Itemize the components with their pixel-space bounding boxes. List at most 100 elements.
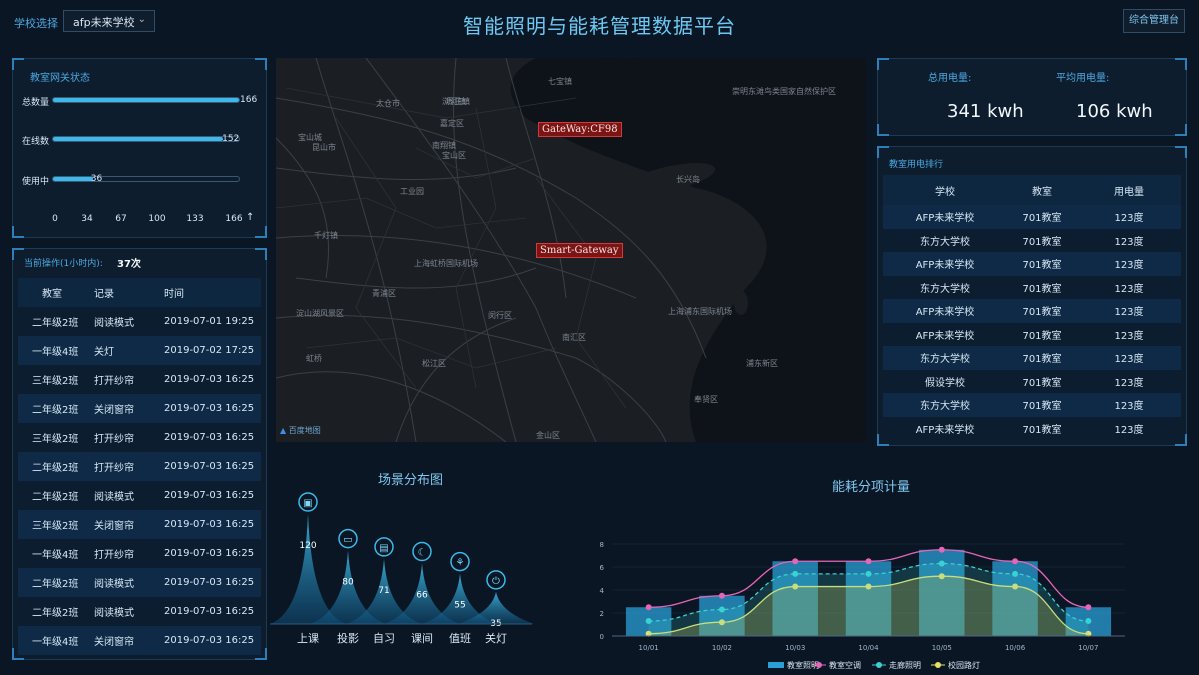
map-place-label: 宝山城 [298,133,322,142]
energy-point [792,570,799,577]
projector-icon-glyph: ▭ [343,535,352,546]
ranking-cell-room: 701教室 [1022,236,1062,248]
ranking-row[interactable]: AFP未来学校 701教室 123度 [883,205,1181,229]
ranking-row[interactable]: AFP未来学校 701教室 123度 [883,252,1181,276]
energy-legend-item[interactable]: 教室空调 [812,660,861,670]
ranking-cell-room: 701教室 [1022,401,1062,413]
gateway-bar-fill [53,137,224,141]
operations-cell-record: 关灯 [94,347,114,358]
energy-point [1012,558,1019,565]
gateway-marker-smart[interactable]: Smart-Gateway [536,243,623,258]
avg-power-value: 106 kwh [1076,101,1153,122]
col-usage: 用电量 [1114,186,1144,198]
ranking-cell-usage: 123度 [1114,401,1144,413]
map-place-label: 南翔镇 [432,141,456,150]
col-classroom: 教室 [42,289,62,300]
operations-row[interactable]: 二年级2班 阅读模式 2019-07-03 16:25 [18,568,261,597]
operations-row[interactable]: 三年级2班 打开纱帘 2019-07-03 16:25 [18,423,261,452]
lamp-icon-glyph: ⚘ [456,558,465,569]
map-place-label: 淀山湖风景区 [296,309,344,318]
scene-category-label: 值班 [449,632,471,645]
energy-x-tick: 10/05 [932,644,952,652]
energy-point [1012,570,1019,577]
energy-point [718,592,725,599]
ranking-cell-room: 701教室 [1022,424,1062,436]
gateway-axis-tick: 100 [148,214,166,224]
ranking-row[interactable]: 假设学校 701教室 123度 [883,369,1181,393]
operations-row[interactable]: 三年级2班 关闭窗帘 2019-07-03 16:25 [18,510,261,539]
ranking-cell-school: 假设学校 [925,377,965,389]
energy-y-tick: 6 [600,564,605,572]
col-time: 时间 [164,289,184,300]
ranking-header-row: 学校 教室 用电量 [883,175,1181,205]
operations-count: 37次 [117,259,141,270]
operations-row[interactable]: 一年级4班 关闭窗帘 2019-07-03 16:25 [18,626,261,655]
ranking-row[interactable]: AFP未来学校 701教室 123度 [883,322,1181,346]
operations-cell-record: 打开纱帘 [94,463,134,474]
energy-point [718,606,725,613]
operations-row[interactable]: 一年级4班 打开纱帘 2019-07-03 16:25 [18,539,261,568]
map-place-label: 奉贤区 [694,395,718,404]
ranking-row[interactable]: 东方大学校 701教室 123度 [883,346,1181,370]
total-power-label: 总用电量: [928,73,972,84]
energy-x-tick: 10/01 [639,644,659,652]
gateway-bar-label: 总数量 [22,98,50,108]
ranking-cell-room: 701教室 [1022,377,1062,389]
ranking-row[interactable]: AFP未来学校 701教室 123度 [883,299,1181,323]
map-place-label: 虹桥 [306,354,322,363]
operations-cell-classroom: 一年级4班 [32,347,79,358]
map-place-label: 太仓市 [376,99,400,108]
admin-console-button[interactable]: 综合管理台 [1123,9,1185,33]
gateway-bar-track [52,176,240,182]
map-view[interactable]: 太仓市 浏河镇 昆山市 上海虹桥国际机场 淀山湖风景区 崇明东滩鸟类国家自然保护区 长兴岛浦… [276,58,866,442]
moon-icon-glyph: ☾ [418,548,427,559]
ranking-row[interactable]: 东方大学校 701教室 123度 [883,228,1181,252]
col-school: 学校 [935,186,955,198]
operations-row[interactable]: 一年级4班 关灯 2019-07-02 17:25 [18,336,261,365]
scene-category-label: 投影 [337,631,359,645]
ranking-row[interactable]: AFP未来学校 701教室 123度 [883,416,1181,440]
operations-row[interactable]: 二年级2班 关闭窗帘 2019-07-03 16:25 [18,394,261,423]
operations-cell-time: 2019-07-03 16:25 [164,403,255,414]
ranking-title: 教室用电排行 [889,160,944,170]
operations-cell-time: 2019-07-02 17:25 [164,345,255,356]
arrow-up-icon: ↑ [246,212,255,223]
energy-point [645,618,652,625]
operations-cell-classroom: 二年级2班 [32,463,79,474]
operations-row[interactable]: 二年级2班 阅读模式 2019-07-03 16:25 [18,481,261,510]
total-power-value: 341 kwh [947,101,1024,122]
ranking-cell-room: 701教室 [1022,260,1062,272]
ranking-row[interactable]: 东方大学校 701教室 123度 [883,275,1181,299]
map-place-label: 崇明东滩鸟类国家自然保护区 [732,87,836,96]
map-logo-icon: ▲ [280,426,287,435]
ranking-cell-school: AFP未来学校 [915,330,975,342]
scene-value-label: 66 [416,591,428,601]
operations-row[interactable]: 二年级2班 阅读模式 2019-07-03 16:25 [18,597,261,626]
energy-point [1085,604,1092,611]
map-place-label: 周庄镇 [446,97,470,106]
ranking-cell-school: 东方大学校 [920,401,970,413]
ranking-cell-school: AFP未来学校 [915,260,975,272]
svg-text:走廊照明: 走廊照明 [889,660,921,670]
operations-header-row: 教室 记录 时间 [18,278,261,307]
ranking-row[interactable]: 东方大学校 701教室 123度 [883,393,1181,417]
gateway-bar-value: 166 [240,95,258,105]
operations-cell-classroom: 二年级2班 [32,579,79,590]
operations-row[interactable]: 二年级2班 阅读模式 2019-07-01 19:25 [18,307,261,336]
energy-legend-item[interactable]: 走廊照明 [872,660,921,670]
energy-legend-item[interactable]: 教室照明 [768,660,819,670]
operations-row[interactable]: 二年级2班 打开纱帘 2019-07-03 16:25 [18,452,261,481]
operations-cell-classroom: 三年级2班 [32,521,79,532]
map-place-label: 千灯镇 [314,231,338,240]
energy-point [865,558,872,565]
ranking-cell-school: 东方大学校 [920,236,970,248]
map-place-label: 上海浦东国际机场 [668,307,732,316]
operations-row[interactable]: 三年级2班 打开纱帘 2019-07-03 16:25 [18,365,261,394]
svg-text:校园路灯: 校园路灯 [948,660,980,670]
energy-legend-item[interactable]: 校园路灯 [931,660,980,670]
energy-point [1085,618,1092,625]
gateway-marker-cf98[interactable]: GateWay:CF98 [538,122,622,137]
book-icon-glyph: ▤ [379,543,388,554]
operations-cell-time: 2019-07-03 16:25 [164,461,255,472]
energy-x-tick: 10/07 [1078,644,1098,652]
